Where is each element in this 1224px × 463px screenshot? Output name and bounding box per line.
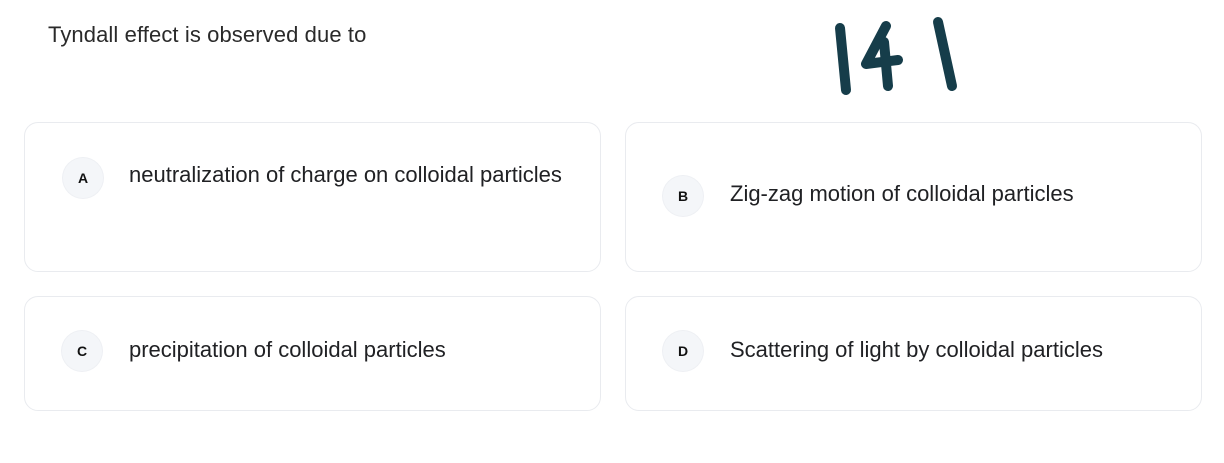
option-text: precipitation of colloidal particles xyxy=(129,337,446,362)
option-c[interactable]: C precipitation of colloidal particles xyxy=(24,296,601,411)
option-letter-badge: C xyxy=(62,331,102,371)
option-d[interactable]: D Scattering of light by colloidal parti… xyxy=(625,296,1202,411)
option-text: Zig-zag motion of colloidal particles xyxy=(730,181,1074,206)
option-a[interactable]: A neutralization of charge on colloidal … xyxy=(24,122,601,272)
option-text: neutralization of charge on colloidal pa… xyxy=(129,162,562,187)
option-letter-badge: B xyxy=(663,176,703,216)
option-letter-badge: A xyxy=(63,158,103,198)
handwritten-note xyxy=(835,17,957,95)
question-text: Tyndall effect is observed due to xyxy=(48,22,367,47)
option-b[interactable]: B Zig-zag motion of colloidal particles xyxy=(625,122,1202,272)
option-text: Scattering of light by colloidal particl… xyxy=(730,337,1103,362)
option-letter-badge: D xyxy=(663,331,703,371)
